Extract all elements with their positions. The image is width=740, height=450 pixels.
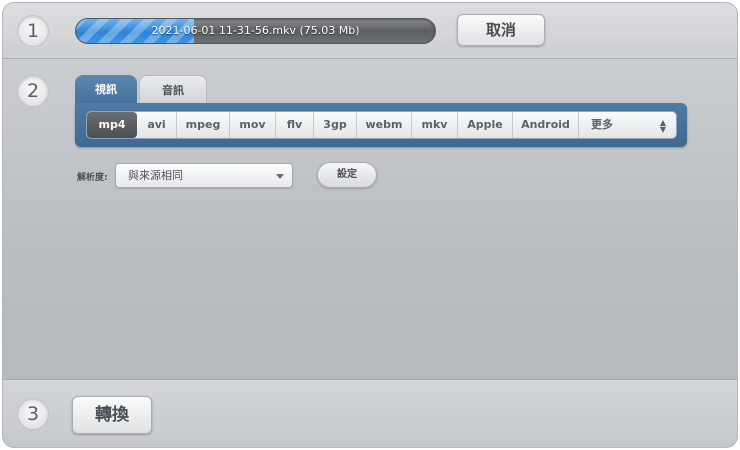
format-bar: mp4 avi mpeg mov flv 3gp webm mkv Apple … xyxy=(86,111,677,139)
tab-audio[interactable]: 音訊 xyxy=(139,75,207,105)
format-avi[interactable]: avi xyxy=(137,112,177,138)
step-2-badge: 2 xyxy=(17,75,49,107)
format-flv[interactable]: flv xyxy=(276,112,314,138)
format-panel: mp4 avi mpeg mov flv 3gp webm mkv Apple … xyxy=(75,103,687,147)
progress-bar: 2021-06-01 11-31-56.mkv (75.03 Mb) xyxy=(75,18,436,44)
step3-row: 3 轉換 xyxy=(3,379,737,447)
convert-button[interactable]: 轉換 xyxy=(72,396,152,434)
step1-row: 1 2021-06-01 11-31-56.mkv (75.03 Mb) 取消 xyxy=(3,3,737,59)
resolution-label: 解析度: xyxy=(77,173,108,183)
format-apple[interactable]: Apple xyxy=(458,112,513,138)
format-3gp[interactable]: 3gp xyxy=(314,112,357,138)
format-more-label: 更多 xyxy=(591,118,613,131)
format-mov[interactable]: mov xyxy=(230,112,276,138)
progress-file-text: 2021-06-01 11-31-56.mkv (75.03 Mb) xyxy=(151,24,360,37)
cancel-button[interactable]: 取消 xyxy=(457,14,545,46)
converter-window: 1 2021-06-01 11-31-56.mkv (75.03 Mb) 取消 … xyxy=(2,2,738,448)
settings-button[interactable]: 設定 xyxy=(317,162,377,188)
resolution-select[interactable]: 與來源相同 xyxy=(115,163,293,188)
step-3-badge: 3 xyxy=(17,398,49,430)
chevron-down-icon xyxy=(276,174,284,179)
format-mp4[interactable]: mp4 xyxy=(87,112,137,138)
resolution-value: 與來源相同 xyxy=(128,169,183,182)
format-mpeg[interactable]: mpeg xyxy=(177,112,230,138)
format-webm[interactable]: webm xyxy=(357,112,412,138)
up-down-arrows-icon: ▲ ▼ xyxy=(659,118,666,134)
format-more-select[interactable]: 更多 ▲ ▼ xyxy=(579,112,676,138)
step-1-badge: 1 xyxy=(17,15,49,47)
tab-video[interactable]: 視訊 xyxy=(75,75,137,105)
format-mkv[interactable]: mkv xyxy=(412,112,458,138)
format-android[interactable]: Android xyxy=(513,112,579,138)
